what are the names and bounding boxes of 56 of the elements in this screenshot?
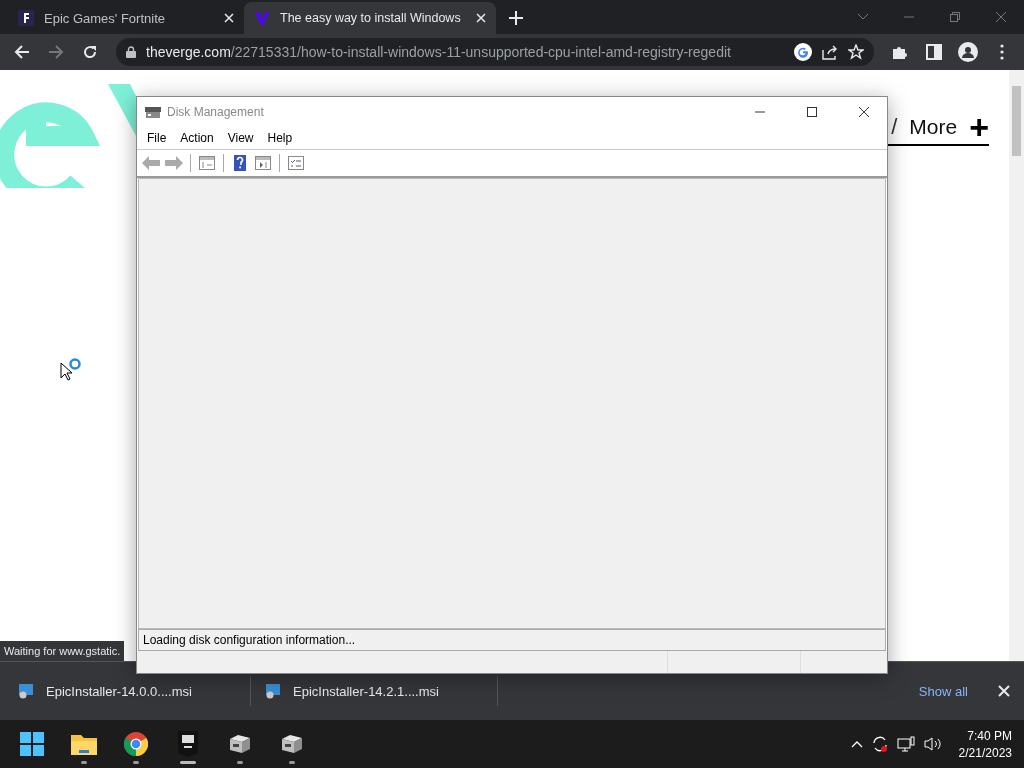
maximize-icon bbox=[807, 107, 817, 117]
minimize-icon bbox=[755, 111, 765, 113]
installer-file-icon bbox=[265, 683, 281, 699]
disk-drive-icon[interactable] bbox=[280, 733, 304, 755]
sync-icon[interactable] bbox=[870, 735, 889, 753]
google-icon[interactable] bbox=[794, 43, 812, 61]
restore-icon[interactable] bbox=[950, 12, 960, 22]
url-text: theverge.com/22715331/how-to-install-windows-11-unsupported-cpu-intel-amd-registry-regedit bbox=[146, 44, 732, 60]
disk-management-icon bbox=[145, 105, 161, 119]
star-icon[interactable] bbox=[848, 44, 864, 60]
menu-item[interactable]: Help bbox=[260, 129, 300, 147]
puzzle-icon[interactable] bbox=[892, 44, 908, 60]
scrollbar[interactable] bbox=[1009, 70, 1024, 661]
back-arrow-icon[interactable] bbox=[14, 44, 30, 60]
forward-arrow-icon[interactable] bbox=[48, 44, 64, 60]
chevron-down-icon[interactable] bbox=[857, 13, 869, 21]
menu-item[interactable]: View bbox=[220, 129, 261, 147]
reload-icon[interactable] bbox=[82, 44, 98, 60]
properties-icon[interactable] bbox=[288, 156, 304, 170]
action-pane-icon[interactable] bbox=[255, 156, 271, 170]
clock-date[interactable]: 2/21/2023 bbox=[958, 745, 1012, 760]
menu-item[interactable]: File bbox=[140, 129, 174, 147]
menu-item[interactable]: Action bbox=[173, 129, 221, 147]
show-all-link[interactable]: Show all bbox=[912, 682, 974, 700]
chevron-up-icon[interactable] bbox=[850, 740, 863, 748]
plus-icon[interactable]: + bbox=[969, 116, 989, 138]
menu-icon[interactable] bbox=[1000, 44, 1004, 60]
browser-tab[interactable]: The easy way to install Windows bbox=[244, 2, 496, 34]
window-title: Disk Management bbox=[167, 105, 265, 119]
folder-icon[interactable] bbox=[71, 733, 97, 755]
chrome-icon[interactable] bbox=[124, 732, 148, 756]
status-bar-text: Loading disk configuration information... bbox=[138, 629, 886, 651]
epic-games-icon[interactable] bbox=[178, 731, 198, 757]
v-logo-icon bbox=[254, 10, 270, 26]
clock-time[interactable]: 7:40 PM bbox=[967, 728, 1012, 743]
download-item[interactable]: EpicInstaller-14.0.0....msi bbox=[46, 683, 192, 699]
help-icon[interactable] bbox=[234, 155, 246, 171]
busy-cursor-icon bbox=[60, 358, 84, 382]
nav-separator: / bbox=[891, 114, 898, 140]
console-tree-icon[interactable] bbox=[199, 156, 215, 170]
close-icon bbox=[858, 106, 870, 118]
network-icon[interactable] bbox=[896, 736, 915, 752]
installer-file-icon bbox=[18, 683, 34, 699]
browser-tab[interactable]: Epic Games' Fortnite bbox=[8, 2, 244, 34]
fortnite-icon bbox=[18, 10, 34, 26]
disk-drive-icon[interactable] bbox=[228, 733, 252, 755]
lock-icon bbox=[126, 46, 136, 58]
volume-icon[interactable] bbox=[922, 736, 943, 752]
address-bar[interactable]: theverge.com/22715331/how-to-install-windows-11-unsupported-cpu-intel-amd-registry-regedit bbox=[116, 38, 874, 66]
share-icon[interactable] bbox=[822, 44, 838, 60]
more-link[interactable]: More bbox=[909, 115, 958, 139]
download-item[interactable]: EpicInstaller-14.2.1....msi bbox=[293, 683, 439, 699]
windows-start-icon[interactable] bbox=[20, 732, 44, 756]
status-bubble: Waiting for www.gstatic. bbox=[0, 641, 125, 661]
side-panel-icon[interactable] bbox=[926, 44, 942, 60]
profile-icon[interactable] bbox=[958, 42, 978, 62]
